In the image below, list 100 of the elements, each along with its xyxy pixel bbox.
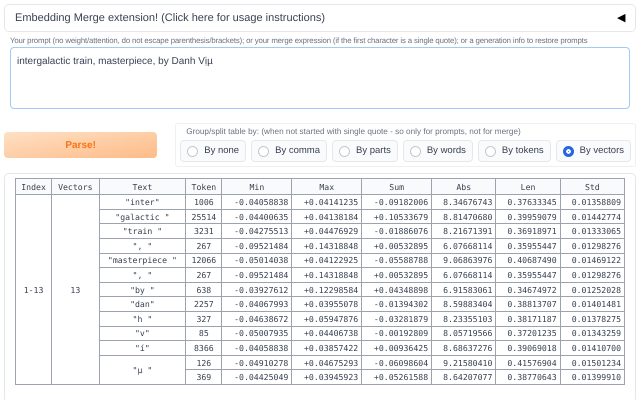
table-cell: +0.04406738 [292,326,362,341]
table-cell: 0.37633345 [496,194,560,210]
table-cell: -0.04425049 [222,370,292,385]
table-cell: -0.03927612 [222,282,292,297]
table-cell: +0.03857422 [292,340,362,356]
table-cell: 0.40687490 [496,253,560,268]
table-cell: 9.21580410 [432,355,496,370]
table-cell: 0.01442774 [560,209,624,224]
table-cell: 327 [186,312,222,326]
table-cell: 0.01298276 [560,268,624,282]
table-cell: -0.00192809 [362,326,432,341]
radio-option[interactable]: By none [180,140,246,162]
table-cell: "h " [99,312,186,326]
column-header: Std [560,178,624,195]
table-cell: +0.10533679 [362,209,432,224]
column-header: Vectors [52,178,100,195]
table-cell: -0.09521484 [222,238,292,254]
table-cell: -0.05007935 [222,326,292,341]
table-cell: +0.03945923 [292,370,362,385]
table-cell: "µ " [99,355,186,385]
accordion-header[interactable]: Embedding Merge extension! (Click here for usage instructions) ◀ [4,4,636,32]
table-cell: 0.35955447 [496,268,560,282]
table-cell: 8.81470680 [432,209,496,224]
column-header: Sum [362,178,432,195]
table-cell: 0.34674972 [496,282,560,297]
table-cell: "masterpiece " [99,253,186,268]
table-cell: "dan" [99,296,186,312]
table-cell: -0.04638672 [222,312,292,326]
table-cell: 8.21671391 [432,224,496,239]
table-cell: -0.04275513 [222,224,292,239]
table-cell: -0.04058838 [222,340,292,356]
column-header: Token [186,178,222,195]
table-cell: +0.04675293 [292,355,362,370]
table-cell: ", " [99,268,186,282]
table-cell: -0.06098604 [362,355,432,370]
table-cell: -0.04910278 [222,355,292,370]
table-cell: 0.01343259 [560,326,624,341]
table-cell: 0.01469122 [560,253,624,268]
table-cell: 8.23355103 [432,312,496,326]
table-cell: 0.01401481 [560,296,624,312]
table-cell: 0.01378275 [560,312,624,326]
table-cell: 2257 [186,296,222,312]
table-cell: +0.12298584 [292,282,362,297]
table-cell: "v" [99,326,186,341]
table-cell: -0.04400635 [222,209,292,224]
table-cell: 0.38171187 [496,312,560,326]
table-cell: -0.04058838 [222,194,292,210]
table-cell: 3231 [186,224,222,239]
table-cell: +0.03955078 [292,296,362,312]
table-cell: 0.39069018 [496,340,560,356]
table-cell: 9.06863976 [432,253,496,268]
table-cell: -0.01886076 [362,224,432,239]
table-cell: "inter" [99,194,186,210]
radio-option[interactable]: By comma [251,140,327,162]
table-cell: 6.91583061 [432,282,496,297]
column-header: Len [496,178,560,195]
table-cell: +0.05261588 [362,370,432,385]
table-cell: 0.39959079 [496,209,560,224]
table-cell: 6.07668114 [432,238,496,254]
table-cell: 85 [186,326,222,341]
table-cell: 8366 [186,340,222,356]
table-cell: 13 [52,194,100,385]
table-cell: "í" [99,340,186,356]
table-cell: +0.14318848 [292,268,362,282]
table-cell: "by " [99,282,186,297]
table-cell: +0.04138184 [292,209,362,224]
table-cell: 0.41576904 [496,355,560,370]
table-cell: 8.64207077 [432,370,496,385]
table-cell: -0.05014038 [222,253,292,268]
table-cell: 0.01252028 [560,282,624,297]
table-cell: 0.35955447 [496,238,560,254]
table-cell: "train " [99,224,186,239]
table-cell: 369 [186,370,222,385]
radio-option[interactable]: By words [402,140,473,162]
table-cell: 12066 [186,253,222,268]
table-cell: -0.05588788 [362,253,432,268]
table-cell: 8.59883404 [432,296,496,312]
table-cell: 0.36918971 [496,224,560,239]
table-cell: 0.37201235 [496,326,560,341]
table-cell: -0.09182006 [362,194,432,210]
table-cell: 267 [186,238,222,254]
radio-option[interactable]: By tokens [478,140,551,162]
table-cell: 0.01333065 [560,224,624,239]
table-cell: "galactic " [99,209,186,224]
table-cell: 126 [186,355,222,370]
table-cell: +0.04122925 [292,253,362,268]
radio-option[interactable]: By vectors [556,140,631,162]
table-cell: 267 [186,268,222,282]
prompt-input-field[interactable]: intergalactic train, masterpiece, by Danh Vịµ [10,47,630,109]
collapse-toggle[interactable]: ◀ [617,10,625,26]
table-cell: 0.01399910 [560,370,624,385]
table-cell: 0.01298276 [560,238,624,254]
table-cell: 8.68637276 [432,340,496,356]
table-cell: 638 [186,282,222,297]
table-cell: +0.14318848 [292,238,362,254]
column-header: Abs [432,178,496,195]
table-cell: 0.01501234 [560,355,624,370]
table-cell: 1006 [186,194,222,210]
radio-option[interactable]: By parts [332,140,398,162]
table-cell: +0.05947876 [292,312,362,326]
